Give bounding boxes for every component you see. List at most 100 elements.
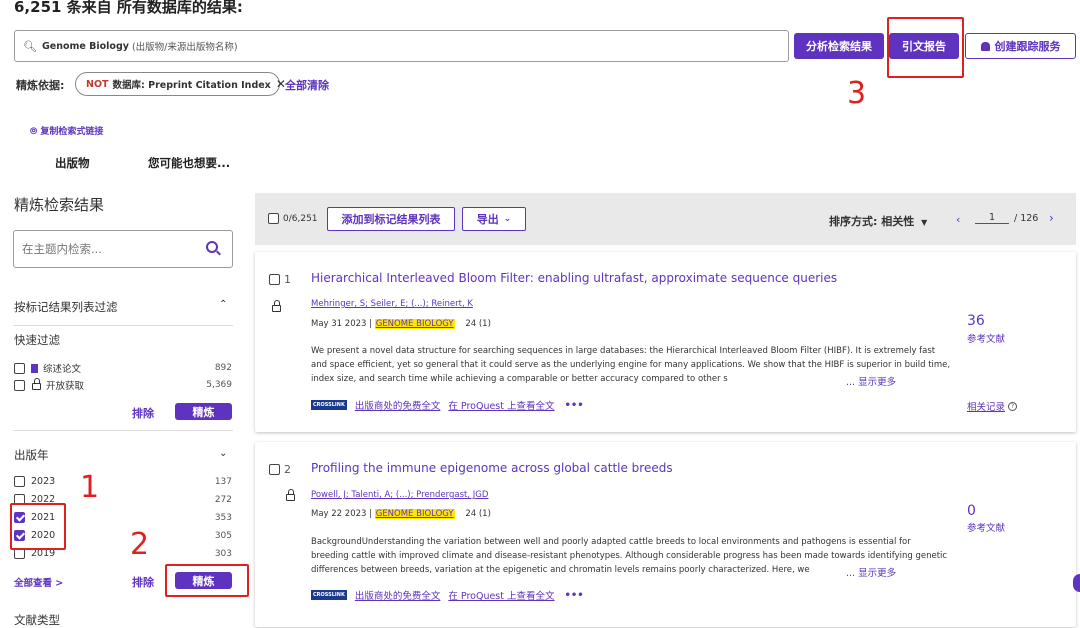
total-pages: / 126 (1014, 213, 1039, 224)
result-volume: 24 (1) (465, 509, 491, 519)
result-title[interactable]: Profiling the immune epigenome across gl… (311, 461, 673, 475)
result-select[interactable]: 2 (269, 463, 291, 476)
selected-count: 0/6,251 (283, 213, 318, 224)
divider (13, 325, 233, 326)
result-journal[interactable]: GENOME BIOLOGY (374, 319, 455, 329)
add-to-marked-button[interactable]: 添加到标记结果列表 (327, 207, 455, 231)
quick-filter-open-access[interactable]: 开放获取 (14, 378, 84, 392)
feedback-tab[interactable] (1073, 574, 1080, 592)
more-options-icon[interactable]: ••• (565, 590, 584, 601)
sort-label: 排序方式: 相关性 (829, 215, 915, 228)
page-input[interactable]: 1 (975, 212, 1009, 224)
sort-dropdown[interactable]: 排序方式: 相关性 ▼ (829, 213, 927, 229)
free-full-text-link[interactable]: 出版商处的免费全文 (355, 588, 441, 602)
export-button[interactable]: 导出 ⌄ (462, 207, 526, 231)
result-journal[interactable]: GENOME BIOLOGY (374, 509, 455, 519)
related-records[interactable]: 相关记录 ? (967, 399, 1018, 413)
prev-page-icon[interactable]: ‹ (956, 213, 960, 226)
result-meta: May 31 2023 | GENOME BIOLOGY 24 (1) (311, 319, 491, 329)
checkbox[interactable] (269, 274, 280, 285)
annotation-number-2: 2 (130, 527, 150, 562)
citation-count[interactable]: 0 (967, 503, 976, 519)
refine-by-label: 精炼依据: (16, 79, 65, 92)
copy-query-link[interactable]: ⦾ 复制检索式链接 (30, 124, 103, 137)
full-text-links: CROSSLINK 出版商处的免费全文 在 ProQuest 上查看全文 ••• (311, 398, 584, 412)
more-options-icon[interactable]: ••• (565, 400, 584, 411)
search-query-box[interactable]: 🔍︎ Genome Biology (出版物/来源出版物名称) (14, 30, 789, 62)
checkbox[interactable] (268, 213, 279, 224)
quick-filter-label: 开放获取 (46, 381, 85, 392)
annotation-box-years (10, 503, 66, 550)
proquest-link[interactable]: 在 ProQuest 上查看全文 (448, 588, 554, 602)
analyze-results-button[interactable]: 分析检索结果 (794, 33, 884, 59)
full-text-links: CROSSLINK 出版商处的免费全文 在 ProQuest 上查看全文 ••• (311, 588, 584, 602)
create-alert-button[interactable]: 创建跟踪服务 (965, 33, 1076, 59)
lock-icon (272, 300, 281, 312)
results-heading: 6,251 条来自 所有数据库的结果: (14, 0, 243, 16)
quick-filter-review[interactable]: 综述论文 (14, 361, 81, 375)
chevron-down-icon: ⌄ (503, 214, 512, 224)
year-count: 353 (214, 513, 232, 523)
annotation-box-citation-report (887, 17, 964, 78)
quick-filter-refine-button[interactable]: 精炼 (175, 403, 232, 420)
lock-icon (32, 378, 41, 390)
search-icon[interactable] (206, 241, 218, 253)
annotation-number-3: 3 (847, 76, 867, 111)
next-page-icon[interactable]: › (1049, 211, 1054, 225)
tab-you-may-also-like[interactable]: 您可能也想要... (148, 155, 230, 171)
result-authors[interactable]: Mehringer, S; Seiler, E; (...); Reinert,… (311, 299, 473, 309)
select-all[interactable]: 0/6,251 (268, 213, 318, 224)
search-field-hint: (出版物/来源出版物名称) (131, 42, 238, 53)
crossref-logo[interactable]: CROSSLINK (311, 400, 347, 410)
year-count: 303 (214, 549, 232, 559)
result-title[interactable]: Hierarchical Interleaved Bloom Filter: e… (311, 271, 837, 285)
annotation-box-refine (165, 564, 249, 597)
tab-publications[interactable]: 出版物 (55, 155, 90, 171)
citation-count[interactable]: 36 (967, 313, 985, 329)
checkbox[interactable] (14, 476, 25, 487)
refine-results-title: 精炼检索结果 (14, 196, 105, 214)
copy-link-label: 复制检索式链接 (40, 127, 104, 137)
doc-type-heading[interactable]: 文献类型 (14, 612, 60, 628)
quick-filter-heading: 快速过滤 (14, 333, 60, 347)
quick-filter-exclude-button[interactable]: 排除 (132, 405, 154, 421)
result-authors[interactable]: Powell, J; Talenti, A; (...); Prendergas… (311, 490, 488, 500)
year-count: 305 (214, 531, 232, 541)
topic-search-input[interactable]: 在主题内检索... (13, 230, 233, 268)
year-label: 2023 (31, 476, 56, 487)
year-exclude-button[interactable]: 排除 (132, 574, 154, 590)
clear-all-link[interactable]: 全部清除 (285, 77, 329, 93)
result-meta: May 22 2023 | GENOME BIOLOGY 24 (1) (311, 509, 491, 519)
checkbox[interactable] (14, 362, 25, 374)
crossref-logo[interactable]: CROSSLINK (311, 590, 347, 600)
filter-chip-text: 数据库: Preprint Citation Index (112, 80, 271, 91)
result-select[interactable]: 1 (269, 273, 291, 286)
chevron-down-icon[interactable]: ⌄ (219, 448, 227, 459)
free-full-text-link[interactable]: 出版商处的免费全文 (355, 398, 441, 412)
filter-chip[interactable]: NOT 数据库: Preprint Citation Index ✕ (75, 72, 286, 96)
result-index: 2 (284, 463, 291, 476)
show-more-link[interactable]: ... 显示更多 (846, 374, 896, 388)
citation-label: 参考文献 (967, 523, 1006, 534)
lock-icon (286, 489, 296, 501)
checkbox[interactable] (269, 464, 280, 475)
filter-by-marked-heading[interactable]: 按标记结果列表过滤 (14, 299, 118, 315)
pub-year-heading[interactable]: 出版年 (14, 447, 49, 463)
year-count: 137 (214, 477, 232, 487)
see-all-link[interactable]: 全部查看 > (14, 575, 63, 589)
proquest-link[interactable]: 在 ProQuest 上查看全文 (448, 398, 554, 412)
create-alert-label: 创建跟踪服务 (994, 40, 1061, 53)
show-more-link[interactable]: ... 显示更多 (846, 565, 896, 579)
filter-not-badge: NOT (86, 78, 109, 90)
document-icon (31, 363, 38, 373)
help-icon[interactable]: ? (1008, 401, 1018, 411)
checkbox[interactable] (14, 379, 25, 391)
result-volume: 24 (1) (465, 319, 491, 329)
result-index: 1 (284, 273, 291, 286)
year-count: 272 (214, 495, 232, 505)
result-date: May 22 2023 | (311, 509, 372, 519)
related-records-link[interactable]: 相关记录 (967, 399, 1005, 413)
year-row-2023[interactable]: 2023 (14, 476, 55, 487)
link-icon: ⦾ (30, 127, 38, 137)
chevron-up-icon[interactable]: ⌃ (219, 299, 227, 310)
